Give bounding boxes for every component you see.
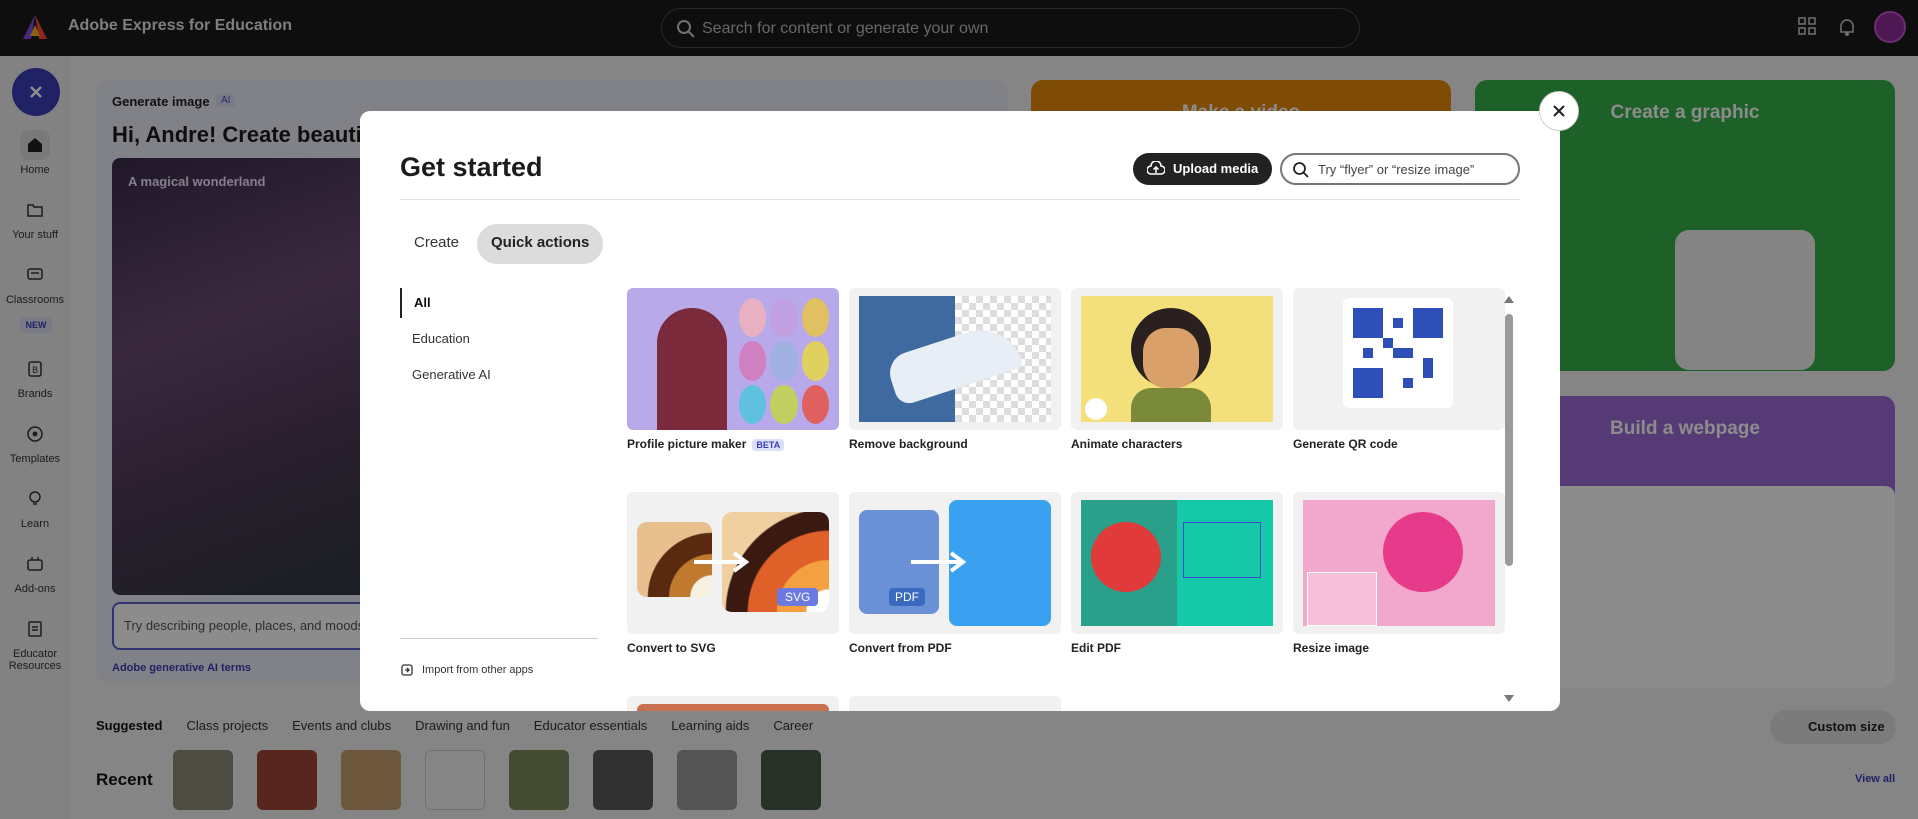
convert-svg-thumbnail: SVG [627,492,839,634]
scroll-down-icon[interactable] [1503,694,1515,704]
header-divider [400,199,1520,200]
tile-label: Remove background [849,437,968,451]
tile-label: Profile picture maker [627,437,747,451]
tile-scrollbar[interactable] [1502,294,1516,706]
character-face [1143,328,1199,388]
tile-edit-pdf[interactable]: Edit PDF [1071,492,1283,655]
animate-characters-thumbnail [1071,288,1283,430]
tile-convert-from-pdf[interactable]: PDF Convert from PDF [849,492,1061,655]
tile-profile-picture-maker[interactable]: Profile picture maker BETA [627,288,839,451]
remove-background-thumbnail [849,288,1061,430]
category-education[interactable]: Education [400,324,470,354]
tile-label: Edit PDF [1071,641,1121,655]
category-divider [400,638,598,639]
flower-shape [1383,512,1463,592]
import-icon [401,664,413,676]
qr-code-icon [1353,308,1443,398]
selection-box [1183,522,1261,578]
edit-pdf-thumbnail [1071,492,1283,634]
cloud-upload-icon [1147,161,1165,175]
tile-label: Animate characters [1071,437,1183,451]
scroll-up-icon[interactable] [1503,294,1515,304]
arrow-right-icon [694,551,750,573]
search-icon [1293,162,1309,178]
beta-badge: BETA [752,439,785,451]
svg-badge: SVG [777,588,819,606]
upload-media-button[interactable]: Upload media [1133,153,1272,185]
play-icon [1085,398,1107,420]
dialog-close-button[interactable] [1539,91,1579,131]
tile-remove-background[interactable]: Remove background [849,288,1061,451]
scroll-thumb[interactable] [1505,314,1513,566]
tile-partial[interactable] [627,696,839,711]
tab-create[interactable]: Create [400,224,473,264]
tile-generate-qr-code[interactable]: Generate QR code [1293,288,1505,451]
get-started-dialog: Get started Upload media Create Quick ac… [360,111,1560,711]
tile-label: Generate QR code [1293,437,1398,451]
dialog-search-input[interactable] [1318,160,1508,178]
upload-media-label: Upload media [1173,161,1259,176]
category-all[interactable]: All [400,288,431,318]
dialog-title: Get started [400,152,543,182]
tile-animate-characters[interactable]: Animate characters [1071,288,1283,451]
tile-label: Convert to SVG [627,641,716,655]
dialog-search[interactable] [1280,153,1520,185]
pdf-badge: PDF [889,588,925,606]
tile-label: Resize image [1293,641,1370,655]
tile-convert-to-svg[interactable]: SVG Convert to SVG [627,492,839,655]
import-label: Import from other apps [422,664,534,676]
import-from-other-apps[interactable]: Import from other apps [401,664,534,676]
convert-pdf-thumbnail: PDF [849,492,1061,634]
profile-picture-thumbnail [627,288,839,430]
portrait-figure [657,308,727,430]
tile-resize-image[interactable]: Resize image [1293,492,1505,655]
portrait-grid [739,298,829,424]
tile-partial[interactable] [849,696,1061,711]
flower-shape [1091,522,1161,592]
tab-quick-actions[interactable]: Quick actions [477,224,604,264]
qr-code-thumbnail [1293,288,1505,430]
tile-label: Convert from PDF [849,641,952,655]
arrow-right-icon [911,551,967,573]
category-generative-ai[interactable]: Generative AI [400,360,491,390]
close-icon [1553,105,1565,117]
resize-image-thumbnail [1293,492,1505,634]
